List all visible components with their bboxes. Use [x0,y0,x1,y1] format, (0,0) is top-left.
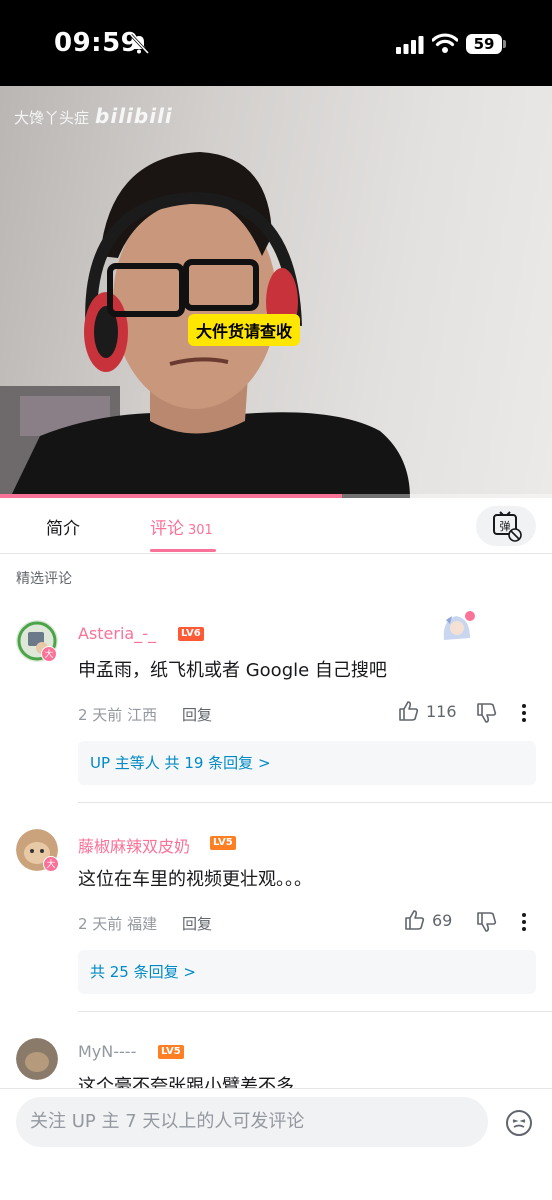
danmaku-toggle-button[interactable]: 弹 [476,506,536,546]
comment-meta: 2 天前 江西 [78,704,157,725]
svg-text:弹: 弹 [500,519,511,533]
tab-comments[interactable]: 评论 301 [150,514,213,539]
comment-divider [78,1011,552,1012]
status-time: 09:59 [54,28,140,58]
comment-username[interactable]: 藤椒麻辣双皮奶 [78,833,190,857]
reply-button[interactable]: 回复 [182,704,212,725]
replies-summary-button[interactable]: 共 25 条回复 > [78,950,536,994]
video-caption: 大件货请查收 [188,314,301,346]
like-count: 69 [432,911,453,930]
battery-indicator: 59 [466,34,502,54]
comment-username[interactable]: Asteria_-_ [78,624,156,643]
tab-comments-count: 301 [188,523,213,538]
wifi-icon [432,33,458,53]
more-options-icon[interactable] [520,912,528,932]
comment-time: 2 天前 [78,915,123,933]
comment-username[interactable]: MyN---- [78,1042,136,1061]
reply-button[interactable]: 回复 [182,913,212,934]
comment-text: 申孟雨，纸飞机或者 Google 自己搜吧 [78,660,387,681]
video-frame-person [0,152,410,498]
comment-text: 这位在车里的视频更壮观。。。 [78,869,312,890]
comment-time: 2 天前 [78,706,123,724]
comment-divider [78,802,552,803]
thumb-down-icon[interactable] [476,911,498,933]
replies-summary-button[interactable]: UP 主等人 共 19 条回复 > [78,741,536,785]
bell-muted-icon [129,33,150,55]
more-options-icon[interactable] [520,703,528,723]
emoji-icon[interactable] [504,1108,534,1138]
thumb-up-icon[interactable] [398,700,420,722]
status-bar: 09:59 59 [0,0,552,86]
featured-comments-title: 精选评论 [16,571,72,587]
comment-meta: 2 天前 福建 [78,913,157,934]
battery-tip [503,40,506,48]
like-count: 116 [426,702,457,721]
video-watermark: 大馋丫头症 bilibili [14,104,173,128]
danmaku-toggle-icon: 弹 [493,511,522,542]
thumb-up-icon[interactable] [404,909,426,931]
cellular-signal-icon [396,36,424,54]
comment-location: 福建 [127,915,158,933]
watermark-text: 大馋丫头症 [14,109,90,127]
content-tabs: 简介 评论 301 弹 [0,498,552,554]
level-badge: LV5 [210,836,236,850]
avatar[interactable] [16,1038,58,1080]
thumb-down-icon[interactable] [476,702,498,724]
tab-active-indicator [150,549,216,552]
avatar-vip-badge: 大 [43,856,59,872]
comment-input[interactable]: 关注 UP 主 7 天以上的人可发评论 [16,1097,488,1147]
level-badge: LV5 [158,1045,184,1059]
video-player[interactable]: 大馋丫头症 bilibili 大件货请查收 [0,86,552,498]
tab-comments-label: 评论 [150,519,184,539]
comment-input-bar: 关注 UP 主 7 天以上的人可发评论 [0,1088,552,1200]
tab-intro[interactable]: 简介 [46,514,80,539]
decoration-sticker-icon [443,611,475,640]
watermark-logo: bilibili [95,104,173,128]
comment-location: 江西 [127,706,158,724]
level-badge: LV6 [178,627,204,641]
comment-item: MyN---- LV5 这个豪不夸张跟小臂差不多 [0,1018,552,1088]
comment-text: 这个豪不夸张跟小臂差不多 [78,1076,294,1088]
avatar-vip-badge: 大 [41,646,57,662]
